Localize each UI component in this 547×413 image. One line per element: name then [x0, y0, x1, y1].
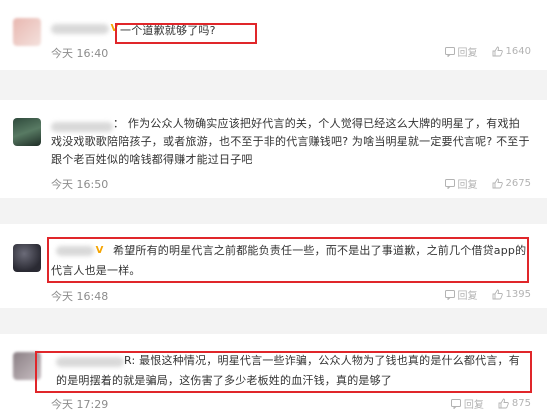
comment-card: V 希望所有的明星代言之前都能负责任一些，而不是出了事道歉，之前几个借贷app的…	[0, 224, 547, 308]
comment-text-continued: 戏没戏歌歌陪陪孩子，或者旅游，也不至于非的代言赚钱吧? 为啥当明星就一定要代言呢…	[51, 133, 536, 169]
like-count: 1640	[505, 46, 531, 57]
username[interactable]	[51, 122, 113, 132]
avatar[interactable]	[13, 118, 41, 146]
thumbs-up-icon	[498, 398, 509, 409]
comment-actions: 回复 1640	[444, 44, 531, 59]
avatar[interactable]	[13, 244, 41, 272]
reply-label: 回复	[457, 48, 478, 59]
comment-line: 跟个老百姓似的啥钱都得赚才能过日子吧	[51, 153, 253, 166]
comment-time: 今天 16:40	[51, 47, 109, 60]
like-count: 875	[511, 398, 531, 409]
reply-button[interactable]: 回复	[450, 396, 484, 411]
comment-line: 戏没戏歌歌陪陪孩子，或者旅游，也不至于非的代言赚钱吧? 为啥当明星就一定要代言呢…	[51, 135, 530, 148]
reply-icon	[444, 289, 455, 300]
comment-actions: 回复 1395	[444, 287, 531, 302]
highlight-box	[35, 351, 532, 393]
thumbs-up-icon	[492, 46, 503, 57]
reply-button[interactable]: 回复	[444, 287, 478, 302]
reply-icon	[444, 46, 455, 57]
comment-time: 今天 17:29	[51, 398, 109, 411]
highlight-box	[115, 23, 257, 44]
comment-card: V 一个道歉就够了吗? 今天 16:40 回复 1640	[0, 0, 547, 70]
comment-card: R: 最恨这种情况，明星代言一些诈骗，公众人物为了钱也真的是什么都代言，有 的是…	[0, 334, 547, 413]
comment-time: 今天 16:48	[51, 290, 109, 303]
comment-feed: V 一个道歉就够了吗? 今天 16:40 回复 1640 ： 作为公众人物确实应…	[0, 0, 547, 413]
comment-actions: 回复 2675	[444, 176, 531, 191]
like-button[interactable]: 2675	[492, 178, 531, 189]
highlight-box	[47, 237, 529, 283]
like-count: 2675	[505, 178, 531, 189]
thumbs-up-icon	[492, 178, 503, 189]
reply-label: 回复	[457, 291, 478, 302]
comment-text: ： 作为公众人物确实应该把好代言的关，个人觉得已经这么大牌的明星了，有戏拍	[113, 115, 533, 133]
reply-label: 回复	[463, 400, 484, 411]
thumbs-up-icon	[492, 289, 503, 300]
name-suffix: ：	[113, 117, 125, 130]
like-count: 1395	[505, 289, 531, 300]
avatar[interactable]	[13, 18, 41, 46]
reply-button[interactable]: 回复	[444, 44, 478, 59]
like-button[interactable]: 1640	[492, 46, 531, 57]
reply-icon	[444, 178, 455, 189]
comment-actions: 回复 875	[450, 396, 531, 411]
like-button[interactable]: 1395	[492, 289, 531, 300]
comment-line: 作为公众人物确实应该把好代言的关，个人觉得已经这么大牌的明星了，有戏拍	[127, 117, 520, 130]
comment-time: 今天 16:50	[51, 178, 109, 191]
reply-icon	[450, 398, 461, 409]
comment-card: ： 作为公众人物确实应该把好代言的关，个人觉得已经这么大牌的明星了，有戏拍 戏没…	[0, 100, 547, 198]
like-button[interactable]: 875	[498, 398, 531, 409]
username[interactable]	[51, 24, 109, 34]
reply-label: 回复	[457, 180, 478, 191]
reply-button[interactable]: 回复	[444, 176, 478, 191]
